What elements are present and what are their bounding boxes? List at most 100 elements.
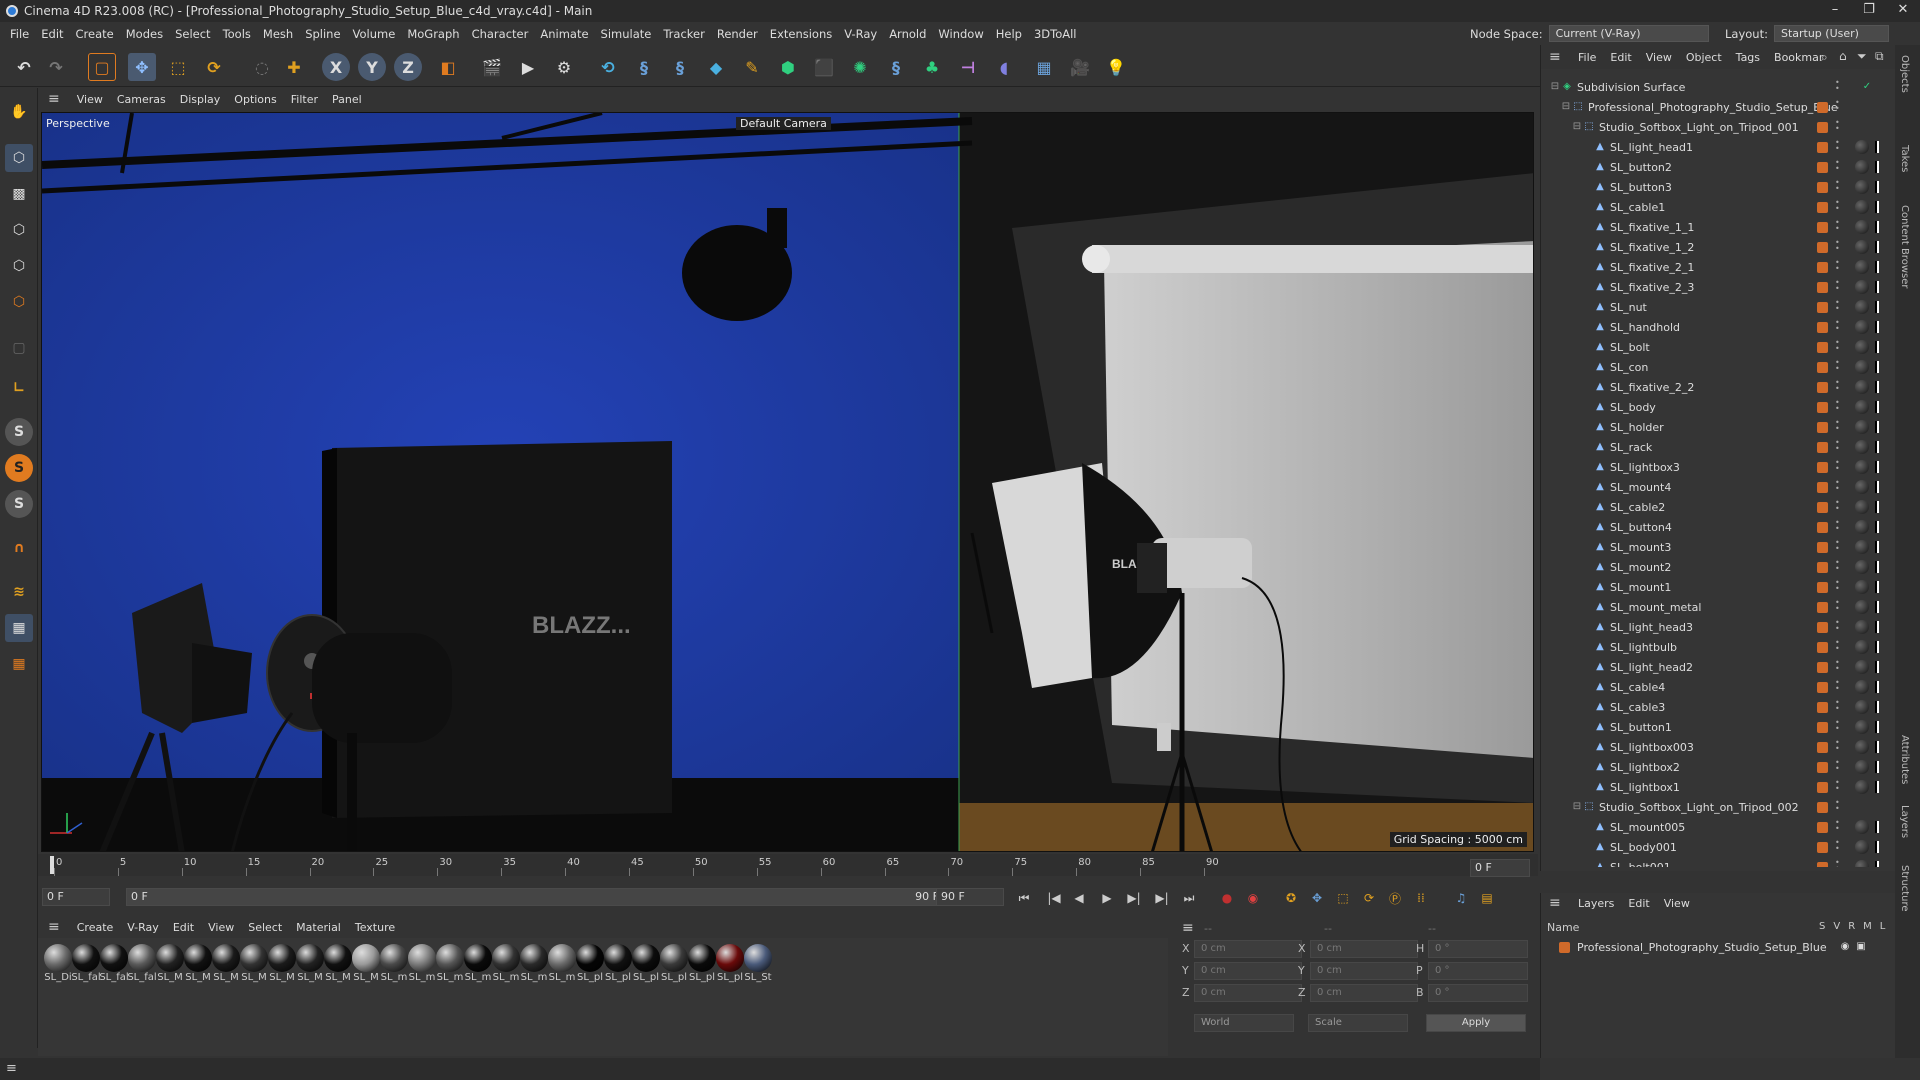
material-tag-icon[interactable] <box>1855 620 1869 634</box>
viewport-menu-options[interactable]: Options <box>227 93 283 106</box>
goto-end-icon[interactable]: ⏭ <box>1178 887 1200 909</box>
layer-row[interactable]: Professional_Photography_Studio_Setup_Bl… <box>1541 937 1896 957</box>
coord-rotation-field[interactable]: 0 ° <box>1428 962 1528 980</box>
material-tag-icon[interactable] <box>1855 840 1869 854</box>
material-menu-edit[interactable]: Edit <box>166 921 201 934</box>
coordinate-system-icon[interactable]: ◧ <box>434 53 462 81</box>
object-row[interactable]: ▲ SL_nut • • <box>1541 297 1896 317</box>
material-tag-icon[interactable] <box>1855 580 1869 594</box>
cloner-icon[interactable]: ✺ <box>846 53 874 81</box>
visibility-dots[interactable]: •• <box>1835 259 1840 274</box>
pen-icon[interactable]: ✎ <box>738 53 766 81</box>
material-menu-vray[interactable]: V-Ray <box>120 921 166 934</box>
visibility-dots[interactable]: •• <box>1835 799 1840 814</box>
visibility-dots[interactable]: •• <box>1835 679 1840 694</box>
visibility-dots[interactable]: •• <box>1835 559 1840 574</box>
object-menu-tags[interactable]: Tags <box>1729 51 1767 64</box>
maximize-button[interactable]: ❐ <box>1852 0 1886 22</box>
object-row[interactable]: ▲ SL_button1 • • <box>1541 717 1896 737</box>
expand-toggle-icon[interactable]: ⊟ <box>1571 801 1583 813</box>
coord-size-field[interactable]: 0 cm <box>1310 940 1418 958</box>
visibility-dots[interactable]: •• <box>1835 239 1840 254</box>
object-row[interactable]: ▲ SL_button4 • • <box>1541 517 1896 537</box>
recent-tool-icon[interactable]: ◌ <box>248 53 276 81</box>
minimize-button[interactable]: – <box>1818 0 1852 22</box>
visibility-dots[interactable]: •• <box>1835 659 1840 674</box>
workplane-icon[interactable]: ≋ <box>5 578 33 606</box>
render-settings-icon[interactable]: ⚙ <box>550 53 578 81</box>
position-key-icon[interactable]: ✥ <box>1306 887 1328 909</box>
visibility-dots[interactable]: •• <box>1835 359 1840 374</box>
camera-icon[interactable]: 🎥 <box>1066 53 1094 81</box>
current-frame-field[interactable]: 0 F <box>1470 859 1530 877</box>
y-axis-icon[interactable]: Y <box>358 53 386 81</box>
timeline-ruler[interactable]: 0 5 10 15 20 25 30 35 40 45 50 55 60 65 70 75 80 85 90 <box>38 854 1538 876</box>
goto-start-icon[interactable]: ⏮ <box>1013 887 1035 909</box>
material-menu-texture[interactable]: Texture <box>348 921 402 934</box>
redo-icon[interactable]: ↷ <box>42 53 70 81</box>
visibility-dots[interactable]: •• <box>1835 419 1840 434</box>
menu-create[interactable]: Create <box>70 27 120 41</box>
material-tag-icon[interactable] <box>1855 360 1869 374</box>
home-icon[interactable]: ⌂ <box>1839 49 1847 63</box>
material-tag-icon[interactable] <box>1855 240 1869 254</box>
material-tag-icon[interactable] <box>1855 720 1869 734</box>
object-row[interactable]: ▲ SL_lightbox3 • • <box>1541 457 1896 477</box>
close-button[interactable]: ✕ <box>1886 0 1920 22</box>
z-axis-icon[interactable]: Z <box>394 53 422 81</box>
menu-spline[interactable]: Spline <box>299 27 346 41</box>
object-row[interactable]: ⊟ ⬚ Professional_Photography_Studio_Setup_… <box>1541 97 1896 117</box>
texture-mode-icon[interactable]: ▩ <box>5 180 33 208</box>
menu-select[interactable]: Select <box>169 27 216 41</box>
layer-render-icon[interactable]: ▣ <box>1855 941 1867 953</box>
visibility-dots[interactable]: •• <box>1835 539 1840 554</box>
object-row[interactable]: ▲ SL_lightbox2 • • <box>1541 757 1896 777</box>
object-row[interactable]: ▲ SL_bolt001 •• <box>1541 857 1896 867</box>
object-row[interactable]: ▲ SL_mount1 • • <box>1541 577 1896 597</box>
record-icon[interactable]: ● <box>1216 887 1238 909</box>
visibility-dots[interactable]: •• <box>1835 79 1840 94</box>
points-mode-icon[interactable]: ⬡ <box>5 216 33 244</box>
menu-3dtoall[interactable]: 3DToAll <box>1028 27 1083 41</box>
sidetab-attributes[interactable]: Attributes <box>1899 735 1910 784</box>
sidetab-objects[interactable]: Objects <box>1899 55 1910 93</box>
object-row[interactable]: ▲ SL_mount3 • • <box>1541 537 1896 557</box>
material-menu-icon[interactable]: ≡ <box>38 919 70 935</box>
material-tag-icon[interactable] <box>1855 600 1869 614</box>
object-menu-object[interactable]: Object <box>1679 51 1729 64</box>
object-row[interactable]: ▲ SL_holder • • <box>1541 417 1896 437</box>
menu-help[interactable]: Help <box>990 27 1028 41</box>
object-row[interactable]: ⊟ ◈ Subdivision Surface • • ✓ <box>1541 77 1896 97</box>
checkmark-icon[interactable]: ✓ <box>1861 81 1873 93</box>
object-row[interactable]: ▲ SL_button3 • • <box>1541 177 1896 197</box>
layer-visible-icon[interactable]: ◉ <box>1839 941 1851 953</box>
menu-modes[interactable]: Modes <box>120 27 169 41</box>
viewport-menu-display[interactable]: Display <box>173 93 228 106</box>
sidetab-content-browser[interactable]: Content Browser <box>1899 205 1910 288</box>
menu-file[interactable]: File <box>4 27 35 41</box>
coord-rotation-field[interactable]: 0 ° <box>1428 984 1528 1002</box>
object-row[interactable]: ⊟ ⬚ Studio_Softbox_Light_on_Tripod_001 • • <box>1541 117 1896 137</box>
material-tag-icon[interactable] <box>1855 780 1869 794</box>
snap-icon[interactable]: S <box>5 418 33 446</box>
workplane-snap-icon[interactable]: S <box>5 490 33 518</box>
material-swatch[interactable]: SL_St <box>742 944 774 983</box>
coords-scale-dropdown[interactable]: Scale <box>1308 1014 1408 1032</box>
material-tag-icon[interactable] <box>1855 820 1869 834</box>
keyframe-selection-icon[interactable]: ✪ <box>1280 887 1302 909</box>
material-tag-icon[interactable] <box>1855 200 1869 214</box>
object-row[interactable]: ▲ SL_handhold • • <box>1541 317 1896 337</box>
rotation-key-icon[interactable]: ⟳ <box>1358 887 1380 909</box>
object-row[interactable]: ▲ SL_fixative_1_1 • • <box>1541 217 1896 237</box>
object-row[interactable]: ▲ SL_mount2 • • <box>1541 557 1896 577</box>
material-tag-icon[interactable] <box>1855 680 1869 694</box>
visibility-dots[interactable]: •• <box>1835 99 1840 114</box>
layers-menu-icon[interactable]: ≡ <box>1549 895 1561 911</box>
object-row[interactable]: ▲ SL_button2 • • <box>1541 157 1896 177</box>
model-mode-icon[interactable]: ⬡ <box>5 144 33 172</box>
render-picture-viewer-icon[interactable]: ▶ <box>514 53 542 81</box>
grid-icon[interactable]: ▦ <box>5 614 33 642</box>
autokey-icon[interactable]: ◉ <box>1242 887 1264 909</box>
object-row[interactable]: ▲ SL_fixative_1_2 • • <box>1541 237 1896 257</box>
start-frame-field[interactable]: 0 F <box>42 888 110 906</box>
